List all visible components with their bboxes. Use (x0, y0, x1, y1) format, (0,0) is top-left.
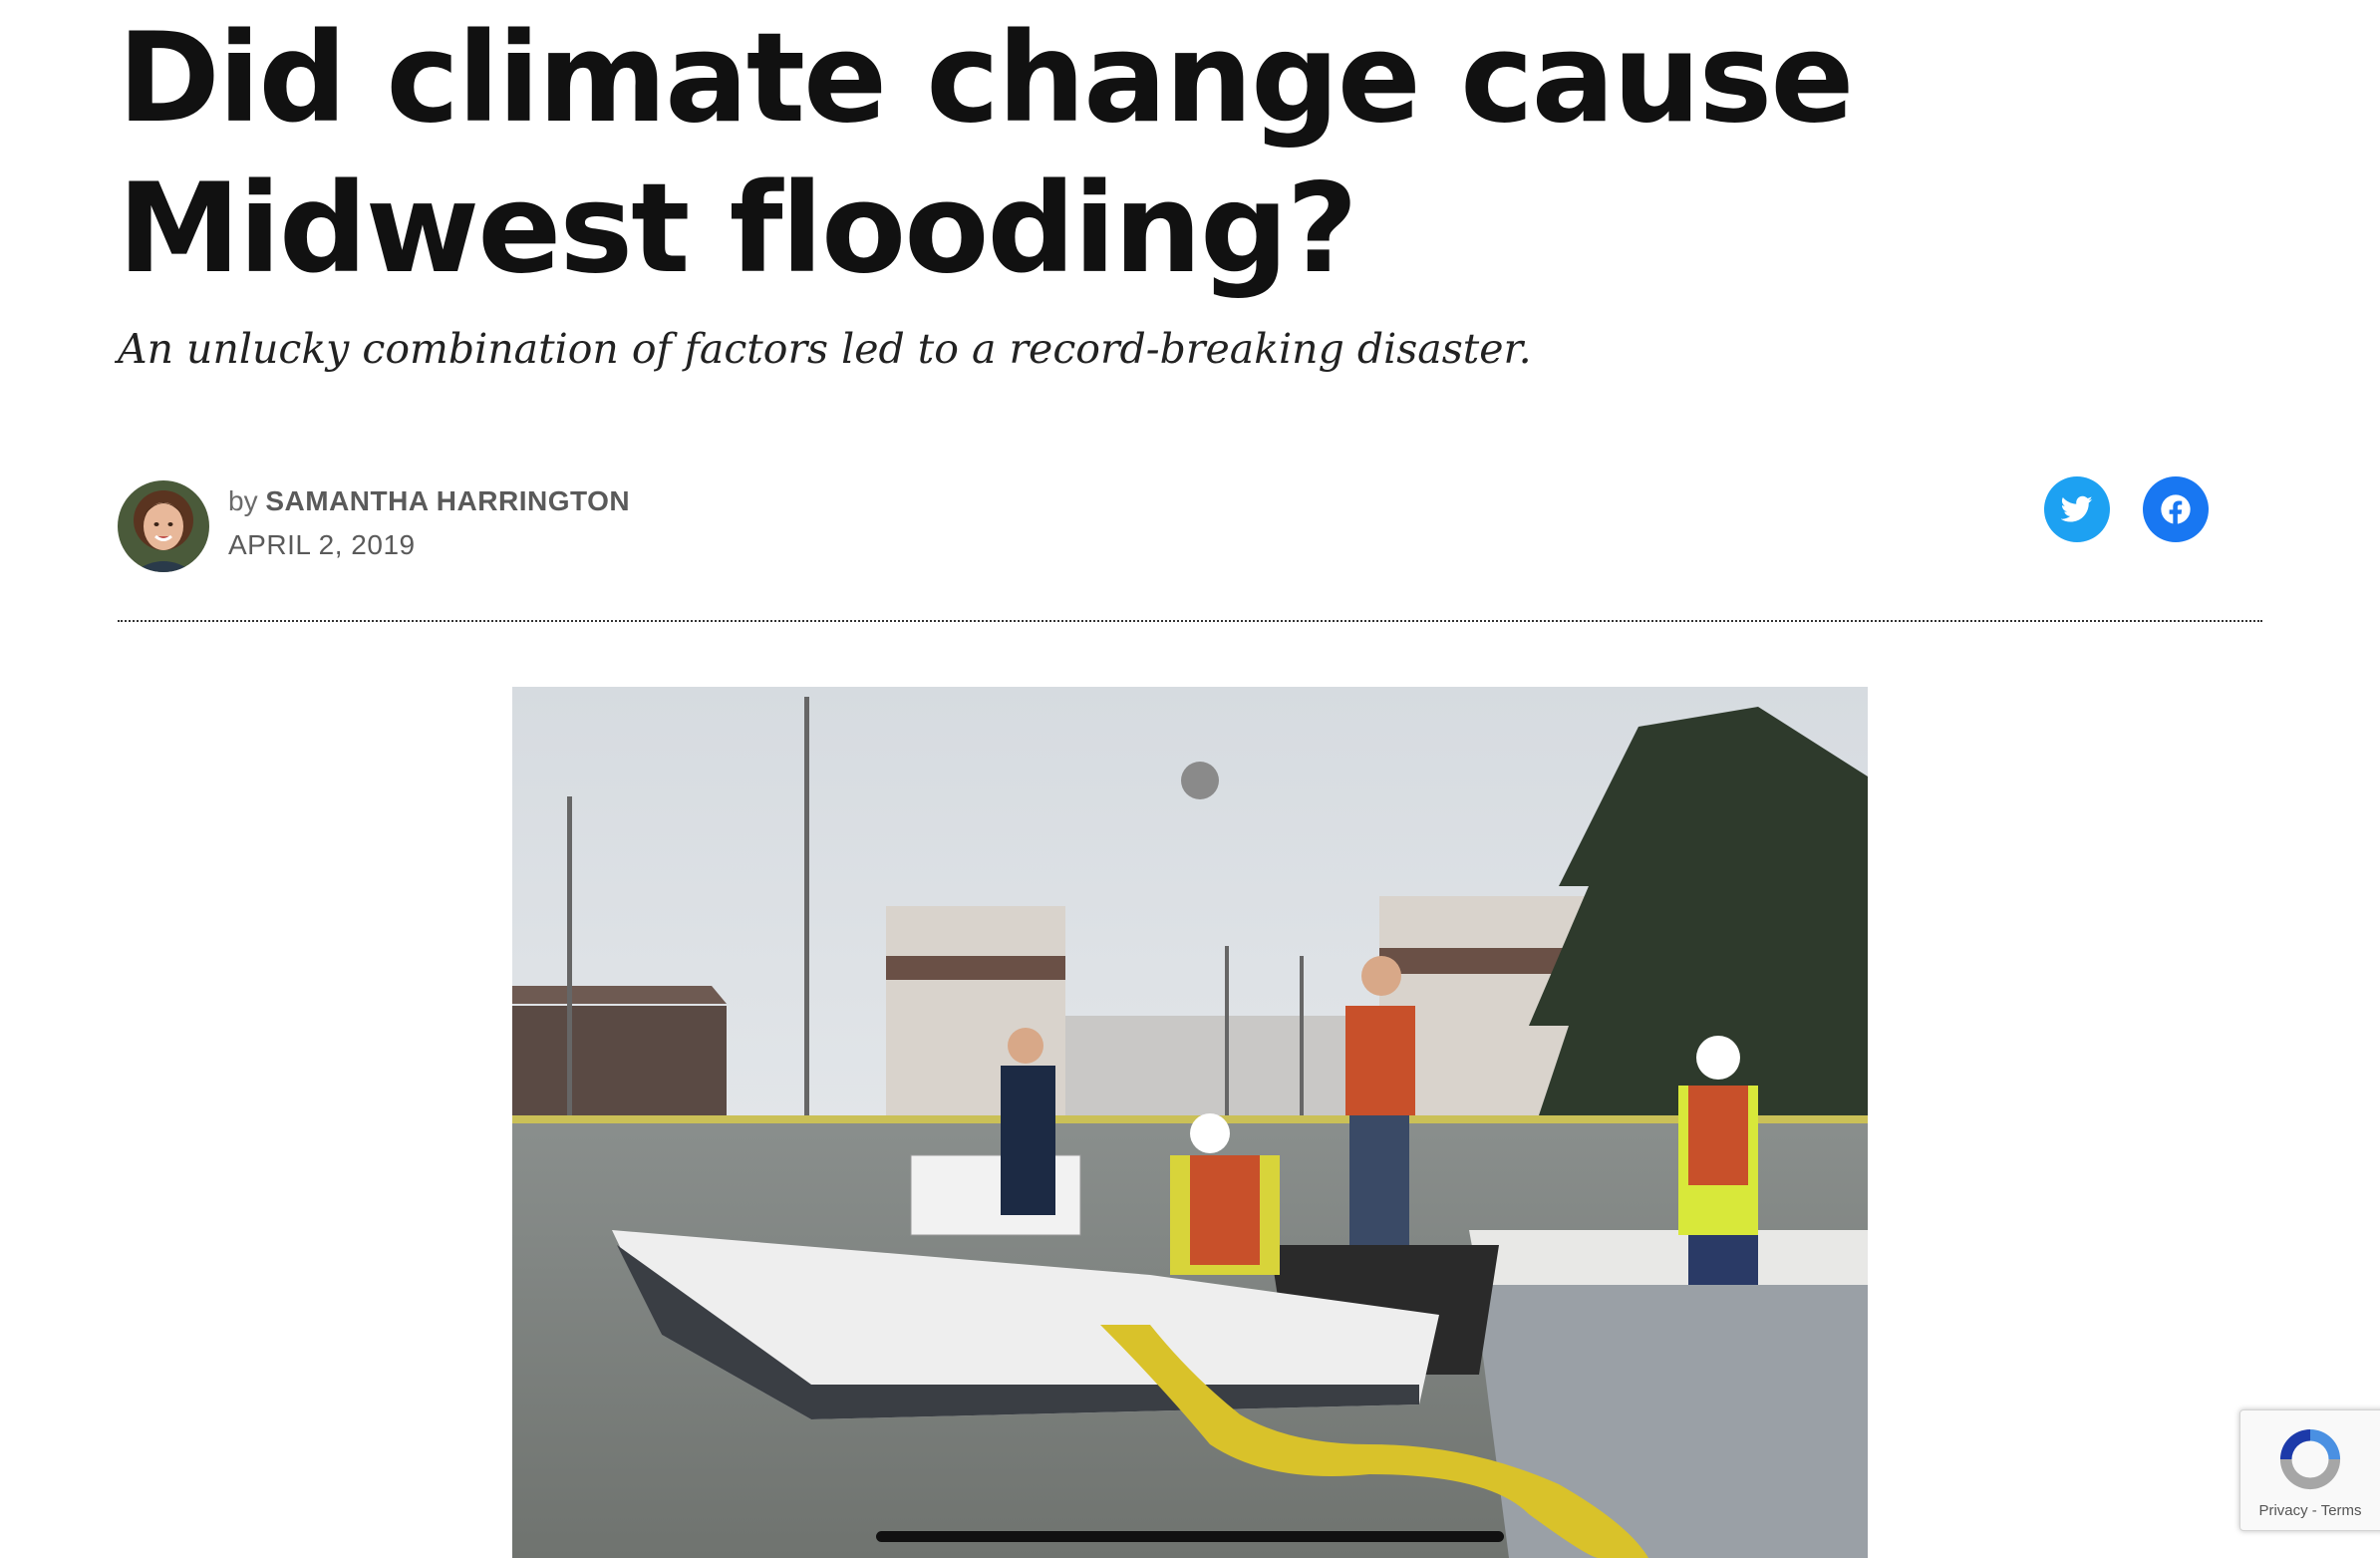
facebook-share-button[interactable] (2143, 476, 2209, 542)
twitter-icon (2061, 495, 2093, 522)
byline-prefix: by (228, 485, 258, 516)
article-dek: An unlucky combination of factors led to… (118, 325, 1532, 373)
facebook-icon (2161, 494, 2191, 525)
home-indicator[interactable] (876, 1531, 1504, 1542)
recaptcha-icon (2279, 1428, 2341, 1490)
recaptcha-separator: - (2311, 1502, 2317, 1519)
recaptcha-privacy-link[interactable]: Privacy (2258, 1502, 2307, 1519)
twitter-share-button[interactable] (2044, 476, 2110, 542)
author-link[interactable]: SAMANTHA HARRINGTON (265, 485, 630, 516)
recaptcha-links: Privacy - Terms (2240, 1502, 2380, 1519)
byline: by SAMANTHA HARRINGTON (228, 482, 630, 520)
recaptcha-terms-link[interactable]: Terms (2321, 1502, 2362, 1519)
publish-date: APRIL 2, 2019 (228, 529, 416, 560)
recaptcha-badge[interactable]: Privacy - Terms (2239, 1409, 2380, 1531)
author-avatar[interactable] (118, 480, 209, 572)
byline-divider (118, 620, 2262, 622)
article-title: Did climate change cause Midwest floodin… (118, 7, 1854, 301)
hero-image (512, 687, 1868, 1558)
